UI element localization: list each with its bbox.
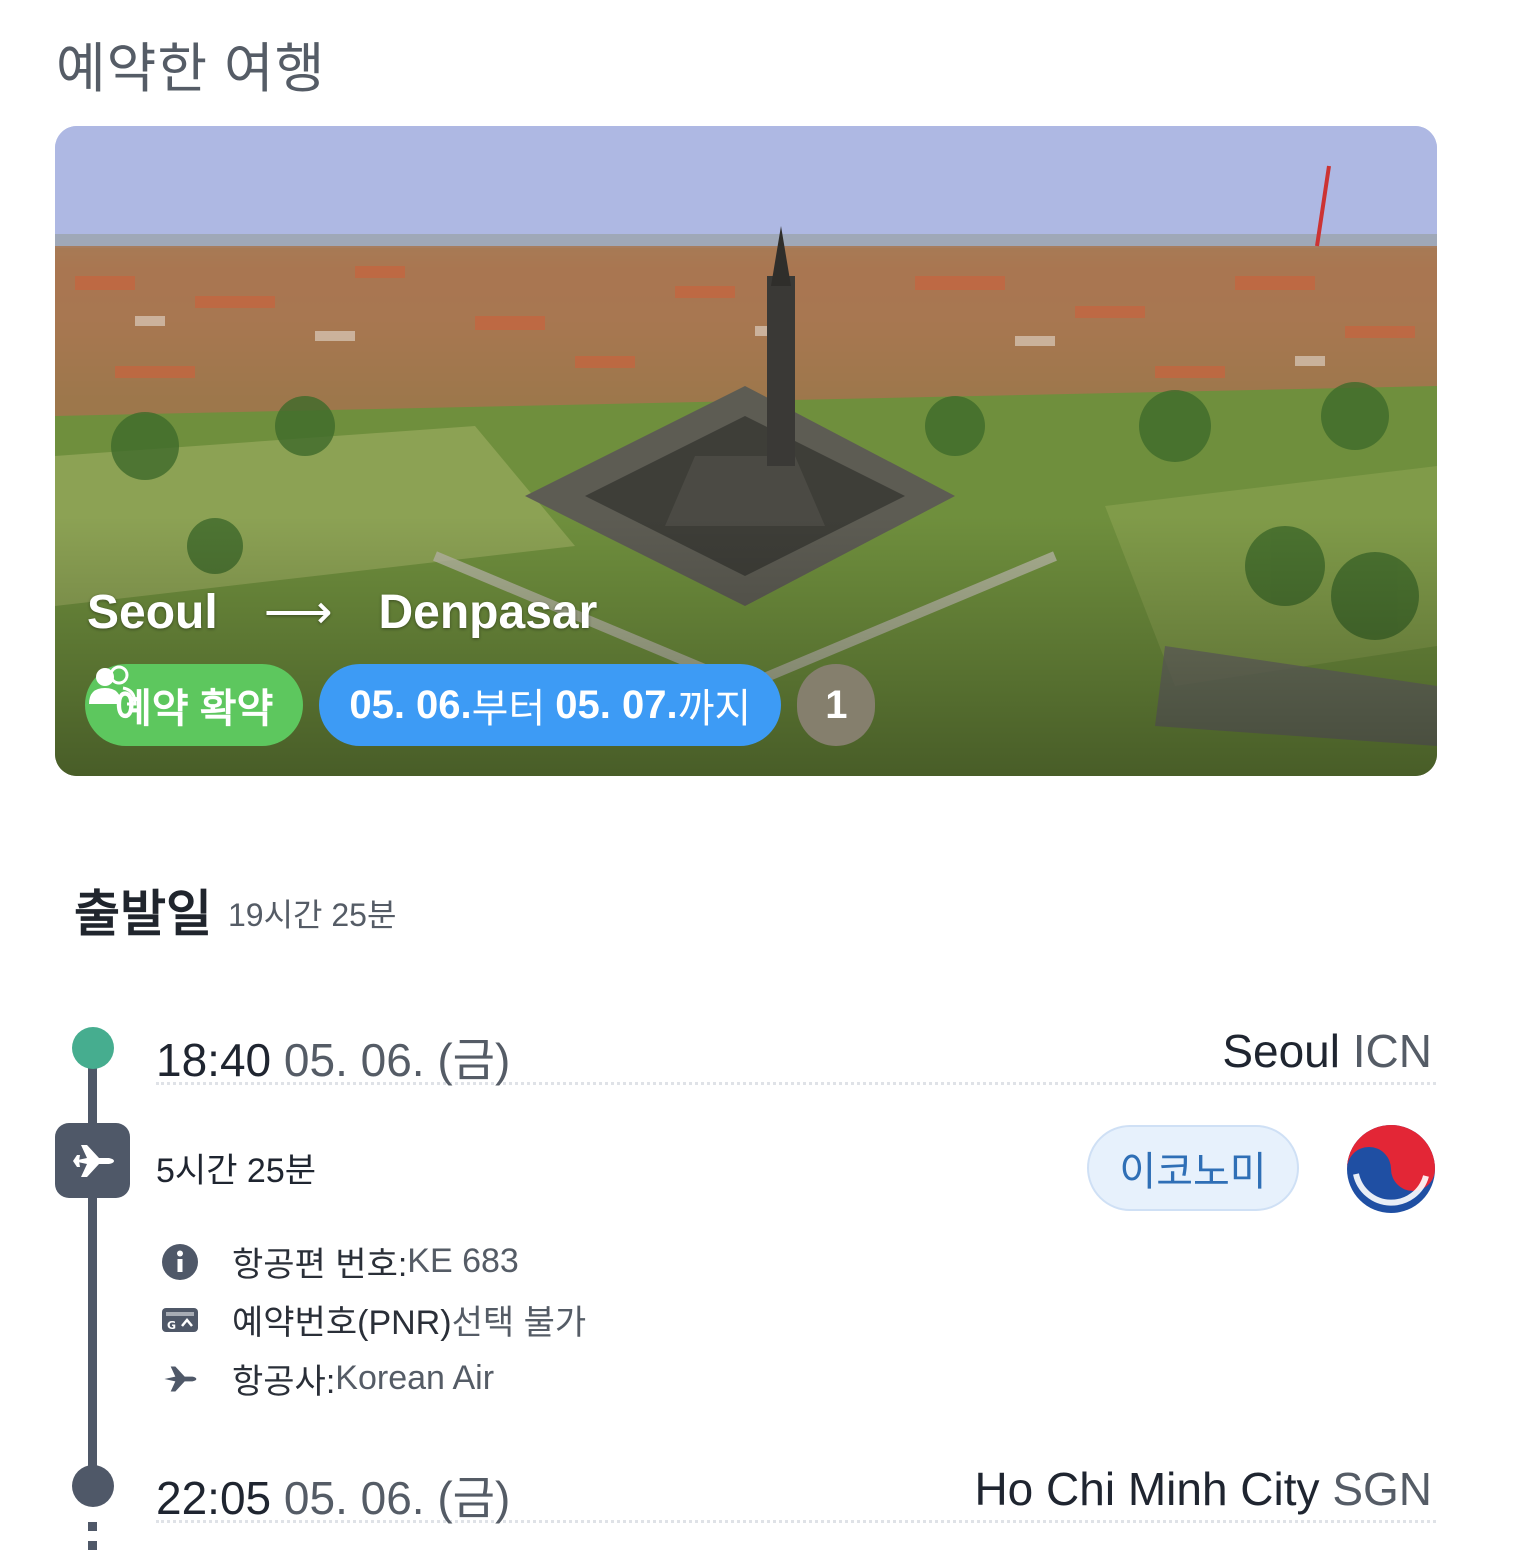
korean-air-logo-icon — [1347, 1125, 1435, 1213]
flight-duration: 5시간 25분 — [156, 1152, 317, 1190]
origin-city: Seoul — [87, 585, 218, 639]
route: Seoul ⟶ Denpasar — [87, 584, 597, 640]
arrival-city: Ho Chi Minh City — [974, 1463, 1320, 1515]
date-range-badge: 05. 06. 부터 05. 07. 까지 — [319, 664, 782, 746]
timeline-line-bottom — [88, 1196, 97, 1468]
passenger-badge: 1 — [89, 664, 876, 746]
section-title: 출발일 — [74, 886, 212, 942]
arrival-date: 05. 06. (금) — [283, 1472, 511, 1524]
airplane-icon — [55, 1123, 130, 1198]
airline-label: 항공사: — [232, 1363, 336, 1401]
pnr-row: G 예약번호(PNR) 선택 불가 — [160, 1295, 586, 1344]
airline-name: Korean Air — [335, 1359, 495, 1397]
ticket-icon: G — [160, 1300, 200, 1340]
arrival-dot — [72, 1465, 114, 1507]
timeline-line-top — [88, 1060, 97, 1126]
destination-city: Denpasar — [378, 585, 598, 639]
date-to-suffix: 까지 — [677, 687, 752, 731]
date-from-suffix: 부터 — [471, 687, 546, 731]
departure-date: 05. 06. (금) — [283, 1034, 511, 1086]
date-to: 05. 07. — [555, 682, 678, 727]
departure-dot — [72, 1027, 114, 1069]
arrival-row: 22:05 05. 06. (금) Ho Chi Minh City SGN — [156, 1462, 1436, 1524]
passenger-count: 1 — [825, 682, 848, 727]
flight-number-label: 항공편 번호: — [232, 1246, 408, 1284]
departure-airport-code: ICN — [1352, 1025, 1432, 1077]
svg-text:G: G — [167, 1319, 176, 1332]
airline-row: 항공사: Korean Air — [160, 1354, 494, 1403]
plane-small-icon — [160, 1359, 200, 1399]
date-from: 05. 06. — [349, 682, 472, 727]
flight-number: KE 683 — [407, 1242, 519, 1280]
arrival-airport-code: SGN — [1332, 1463, 1432, 1515]
pnr-value: 선택 불가 — [451, 1304, 587, 1342]
people-icon — [89, 665, 137, 706]
flight-number-row: 항공편 번호: KE 683 — [160, 1237, 519, 1286]
arrow-right-icon: ⟶ — [263, 586, 333, 639]
page-title: 예약한 여행 — [56, 39, 326, 99]
pnr-label: 예약번호(PNR) — [232, 1304, 452, 1342]
total-duration: 19시간 25분 — [228, 897, 397, 933]
departure-city: Seoul — [1222, 1025, 1340, 1077]
trip-badges: 예약 확약 05. 06. 부터 05. 07. 까지 1 — [85, 664, 876, 746]
departure-row: 18:40 05. 06. (금) Seoul ICN — [156, 1024, 1436, 1086]
cabin-class-badge: 이코노미 — [1087, 1125, 1299, 1211]
trip-card[interactable]: Seoul ⟶ Denpasar 예약 확약 05. 06. 부터 05. 07… — [55, 126, 1437, 776]
arrival-time: 22:05 — [156, 1472, 272, 1524]
info-icon — [160, 1242, 200, 1282]
timeline-continuation — [88, 1522, 97, 1560]
departure-time: 18:40 — [156, 1034, 272, 1086]
